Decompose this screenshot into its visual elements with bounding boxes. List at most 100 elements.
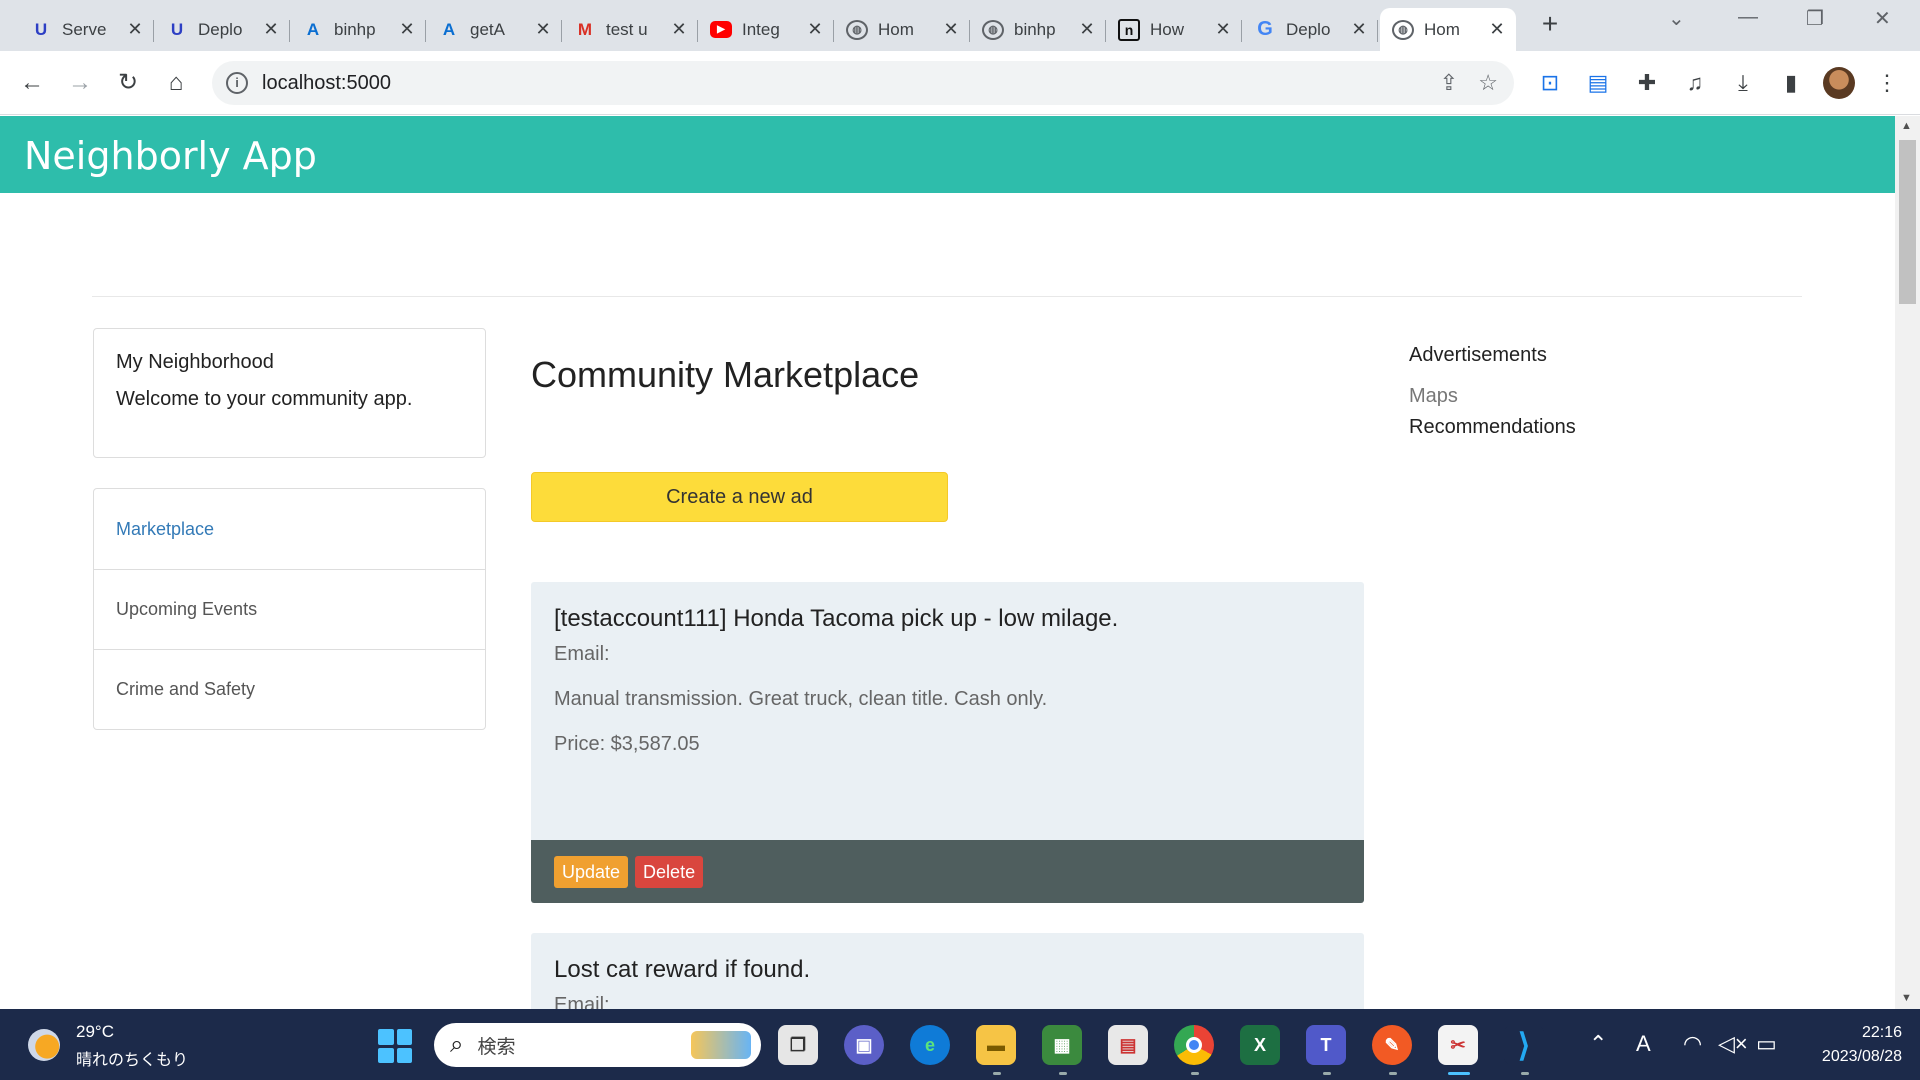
download-icon[interactable]: ⤓ — [1729, 69, 1757, 97]
azure-icon: A — [442, 19, 456, 39]
extensions-puzzle-icon[interactable]: ✚ — [1633, 69, 1661, 97]
browser-tab[interactable]: n How ✕ — [1106, 8, 1242, 51]
photos-app-icon[interactable]: ▦ — [1042, 1025, 1082, 1065]
ime-icon[interactable]: A — [1636, 1031, 1651, 1057]
browser-tab[interactable]: U Deplo ✕ — [154, 8, 290, 51]
tab-title: Hom — [878, 19, 914, 39]
update-button[interactable]: Update — [554, 855, 629, 888]
clock-date: 2023/08/28 — [1821, 1048, 1902, 1065]
close-tab-icon[interactable]: ✕ — [1488, 19, 1506, 40]
scroll-up-arrow-icon[interactable]: ▲ — [1901, 120, 1912, 132]
globe-icon: ◍ — [846, 19, 868, 40]
office-app-icon[interactable]: ▤ — [1108, 1025, 1148, 1065]
browser-tab-active[interactable]: ◍ Hom ✕ — [1380, 8, 1516, 51]
close-tab-icon[interactable]: ✕ — [262, 19, 280, 40]
google-translate-icon[interactable]: ⊡ — [1536, 69, 1564, 97]
home-icon[interactable]: ⌂ — [158, 65, 194, 101]
postman-icon[interactable]: ✎ — [1372, 1025, 1412, 1065]
share-icon[interactable]: ⇪ — [1440, 70, 1458, 96]
browser-tab[interactable]: ◍ binhp ✕ — [970, 8, 1106, 51]
windows-start-icon[interactable] — [378, 1029, 412, 1063]
translate-extension-icon[interactable]: ▤ — [1584, 69, 1612, 97]
app-brand[interactable]: Neighborly App — [24, 134, 317, 178]
ad-email: Email: — [554, 994, 610, 1009]
vscode-icon[interactable]: ⟩ — [1504, 1025, 1544, 1065]
close-window-button[interactable]: ✕ — [1874, 6, 1891, 31]
browser-tab[interactable]: ▶ Integ ✕ — [698, 8, 834, 51]
udacity-icon: U — [170, 19, 184, 39]
chat-icon[interactable]: ▣ — [844, 1025, 884, 1065]
ad-card: Lost cat reward if found. Email: — [531, 933, 1364, 1009]
teams-icon[interactable]: T — [1306, 1025, 1346, 1065]
sidebar-item-marketplace[interactable]: Marketplace — [94, 489, 485, 569]
running-indicator — [993, 1072, 1001, 1075]
browser-tab[interactable]: M test u ✕ — [562, 8, 698, 51]
recommendations-link[interactable]: Recommendations — [1409, 416, 1576, 439]
tab-title: Deplo — [198, 19, 243, 39]
page-scrollbar[interactable]: ▲ ▼ — [1895, 116, 1920, 1009]
forward-arrow-icon[interactable]: → — [62, 65, 98, 101]
delete-button[interactable]: Delete — [635, 855, 704, 888]
tab-search-icon[interactable]: ⌄ — [1668, 6, 1685, 31]
address-bar[interactable]: i localhost:5000 ⇪ ☆ — [212, 61, 1514, 105]
udacity-icon: U — [34, 19, 48, 39]
wifi-icon[interactable]: ◠ — [1683, 1031, 1702, 1057]
tab-title: Integ — [742, 19, 780, 39]
chrome-icon[interactable] — [1174, 1025, 1214, 1065]
panel-text: Welcome to your community app. — [116, 388, 413, 410]
browser-tab-strip: U Serve ✕ U Deplo ✕ A binhp ✕ A getA ✕ M… — [0, 0, 1920, 51]
close-tab-icon[interactable]: ✕ — [942, 19, 960, 40]
browser-tab[interactable]: A binhp ✕ — [290, 8, 426, 51]
sidebar-item-crime-and-safety[interactable]: Crime and Safety — [94, 649, 485, 729]
chevron-up-icon[interactable]: ⌃ — [1589, 1031, 1607, 1057]
browser-tab[interactable]: ◍ Hom ✕ — [834, 8, 970, 51]
weather-temperature[interactable]: 29°C — [76, 1022, 114, 1042]
close-tab-icon[interactable]: ✕ — [1350, 19, 1368, 40]
browser-tab[interactable]: G Deplo ✕ — [1242, 8, 1378, 51]
excel-icon[interactable]: X — [1240, 1025, 1280, 1065]
minimize-button[interactable]: — — [1738, 6, 1758, 29]
close-tab-icon[interactable]: ✕ — [1078, 19, 1096, 40]
new-tab-button[interactable]: + — [1535, 10, 1565, 40]
media-control-icon[interactable]: ♫ — [1681, 69, 1709, 97]
close-tab-icon[interactable]: ✕ — [806, 19, 824, 40]
restore-button[interactable]: ❐ — [1806, 6, 1824, 31]
close-tab-icon[interactable]: ✕ — [1214, 19, 1232, 40]
sidebar-item-upcoming-events[interactable]: Upcoming Events — [94, 569, 485, 649]
side-panel-icon[interactable]: ▮ — [1777, 69, 1805, 97]
close-tab-icon[interactable]: ✕ — [534, 19, 552, 40]
system-clock[interactable]: 22:16 2023/08/28 — [1808, 1021, 1902, 1069]
file-explorer-icon[interactable]: ▬ — [976, 1025, 1016, 1065]
tab-title: getA — [470, 19, 505, 39]
ad-email: Email: — [554, 643, 610, 665]
create-ad-button[interactable]: Create a new ad — [531, 472, 948, 522]
ad-card: [testaccount111] Honda Tacoma pick up - … — [531, 582, 1364, 903]
ad-title: [testaccount111] Honda Tacoma pick up - … — [554, 605, 1119, 632]
maps-link[interactable]: Maps — [1409, 385, 1576, 408]
scroll-down-arrow-icon[interactable]: ▼ — [1901, 992, 1912, 1004]
snipping-tool-icon[interactable]: ✂ — [1438, 1025, 1478, 1065]
scroll-thumb[interactable] — [1899, 140, 1916, 304]
close-tab-icon[interactable]: ✕ — [398, 19, 416, 40]
close-tab-icon[interactable]: ✕ — [670, 19, 688, 40]
url-text[interactable]: localhost:5000 — [262, 72, 391, 95]
back-arrow-icon[interactable]: ← — [14, 65, 50, 101]
battery-icon[interactable]: ▭ — [1756, 1031, 1777, 1057]
weather-description[interactable]: 晴れのちくもり — [76, 1046, 188, 1070]
close-tab-icon[interactable]: ✕ — [126, 19, 144, 40]
browser-tab[interactable]: A getA ✕ — [426, 8, 562, 51]
page-title: Community Marketplace — [531, 354, 920, 395]
taskbar-search[interactable]: ⌕ 検索 — [434, 1023, 761, 1067]
running-indicator — [1521, 1072, 1529, 1075]
bookmark-star-icon[interactable]: ☆ — [1478, 70, 1498, 96]
site-info-icon[interactable]: i — [226, 72, 248, 94]
edge-icon[interactable]: e — [910, 1025, 950, 1065]
tab-title: binhp — [334, 19, 376, 39]
weather-icon[interactable] — [28, 1029, 60, 1061]
menu-kebab-icon[interactable]: ⋮ — [1873, 69, 1901, 97]
reload-icon[interactable]: ↻ — [110, 65, 146, 101]
profile-avatar[interactable] — [1823, 67, 1855, 99]
browser-tab[interactable]: U Serve ✕ — [18, 8, 154, 51]
volume-muted-icon[interactable]: ◁× — [1718, 1031, 1748, 1057]
task-view-icon[interactable]: ❐ — [778, 1025, 818, 1065]
